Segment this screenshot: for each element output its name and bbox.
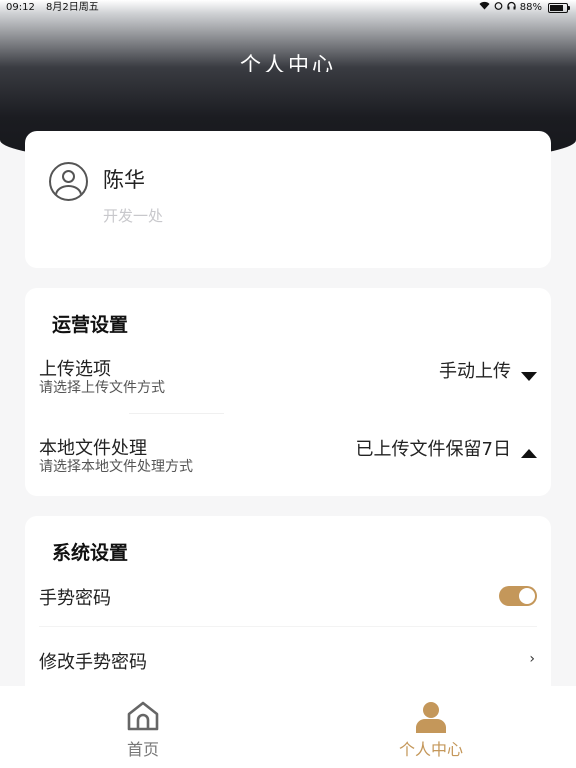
wifi-icon — [479, 0, 490, 16]
local-file-value: 已上传文件保留7日 — [355, 439, 511, 460]
battery-percent: 88% — [519, 2, 542, 13]
tab-profile-label: 个人中心 — [398, 740, 463, 759]
profile-card[interactable]: 陈华 开发一处 — [25, 131, 551, 268]
gesture-password-label: 手势密码 — [39, 588, 111, 609]
upload-option-desc: 请选择上传文件方式 — [39, 380, 165, 396]
person-icon — [416, 702, 446, 733]
toggle-knob — [519, 588, 535, 604]
operations-settings-card: 运营设置 上传选项 请选择上传文件方式 手动上传 本地文件处理 请选择本地文件处… — [25, 288, 551, 496]
home-icon — [127, 701, 159, 731]
page-title: 个人中心 — [240, 53, 336, 72]
local-file-desc: 请选择本地文件处理方式 — [39, 459, 193, 475]
tab-bar: 首页 个人中心 — [0, 686, 576, 768]
status-time: 09:12 — [6, 2, 35, 13]
user-department: 开发一处 — [103, 207, 164, 225]
triangle-down-icon — [521, 372, 537, 381]
modify-gesture-label: 修改手势密码 — [39, 652, 147, 673]
tab-home-label: 首页 — [126, 740, 159, 759]
alarm-icon — [494, 0, 503, 16]
section-title-system: 系统设置 — [52, 542, 129, 564]
tab-home[interactable]: 首页 — [68, 686, 218, 768]
divider — [129, 413, 224, 414]
battery-icon — [548, 3, 570, 13]
divider — [39, 626, 537, 627]
status-date: 8月2日周五 — [46, 2, 99, 13]
section-title-operations: 运营设置 — [52, 314, 129, 336]
chevron-right-icon: › — [529, 651, 535, 667]
headphones-icon — [507, 0, 516, 16]
user-name: 陈华 — [103, 168, 145, 192]
triangle-up-icon — [521, 449, 537, 458]
gesture-password-toggle[interactable] — [499, 586, 537, 606]
status-bar: 09:12 8月2日周五 88% — [0, 0, 576, 16]
upload-option-value: 手动上传 — [439, 361, 511, 382]
tab-profile[interactable]: 个人中心 — [356, 686, 506, 768]
avatar-icon — [49, 162, 88, 201]
